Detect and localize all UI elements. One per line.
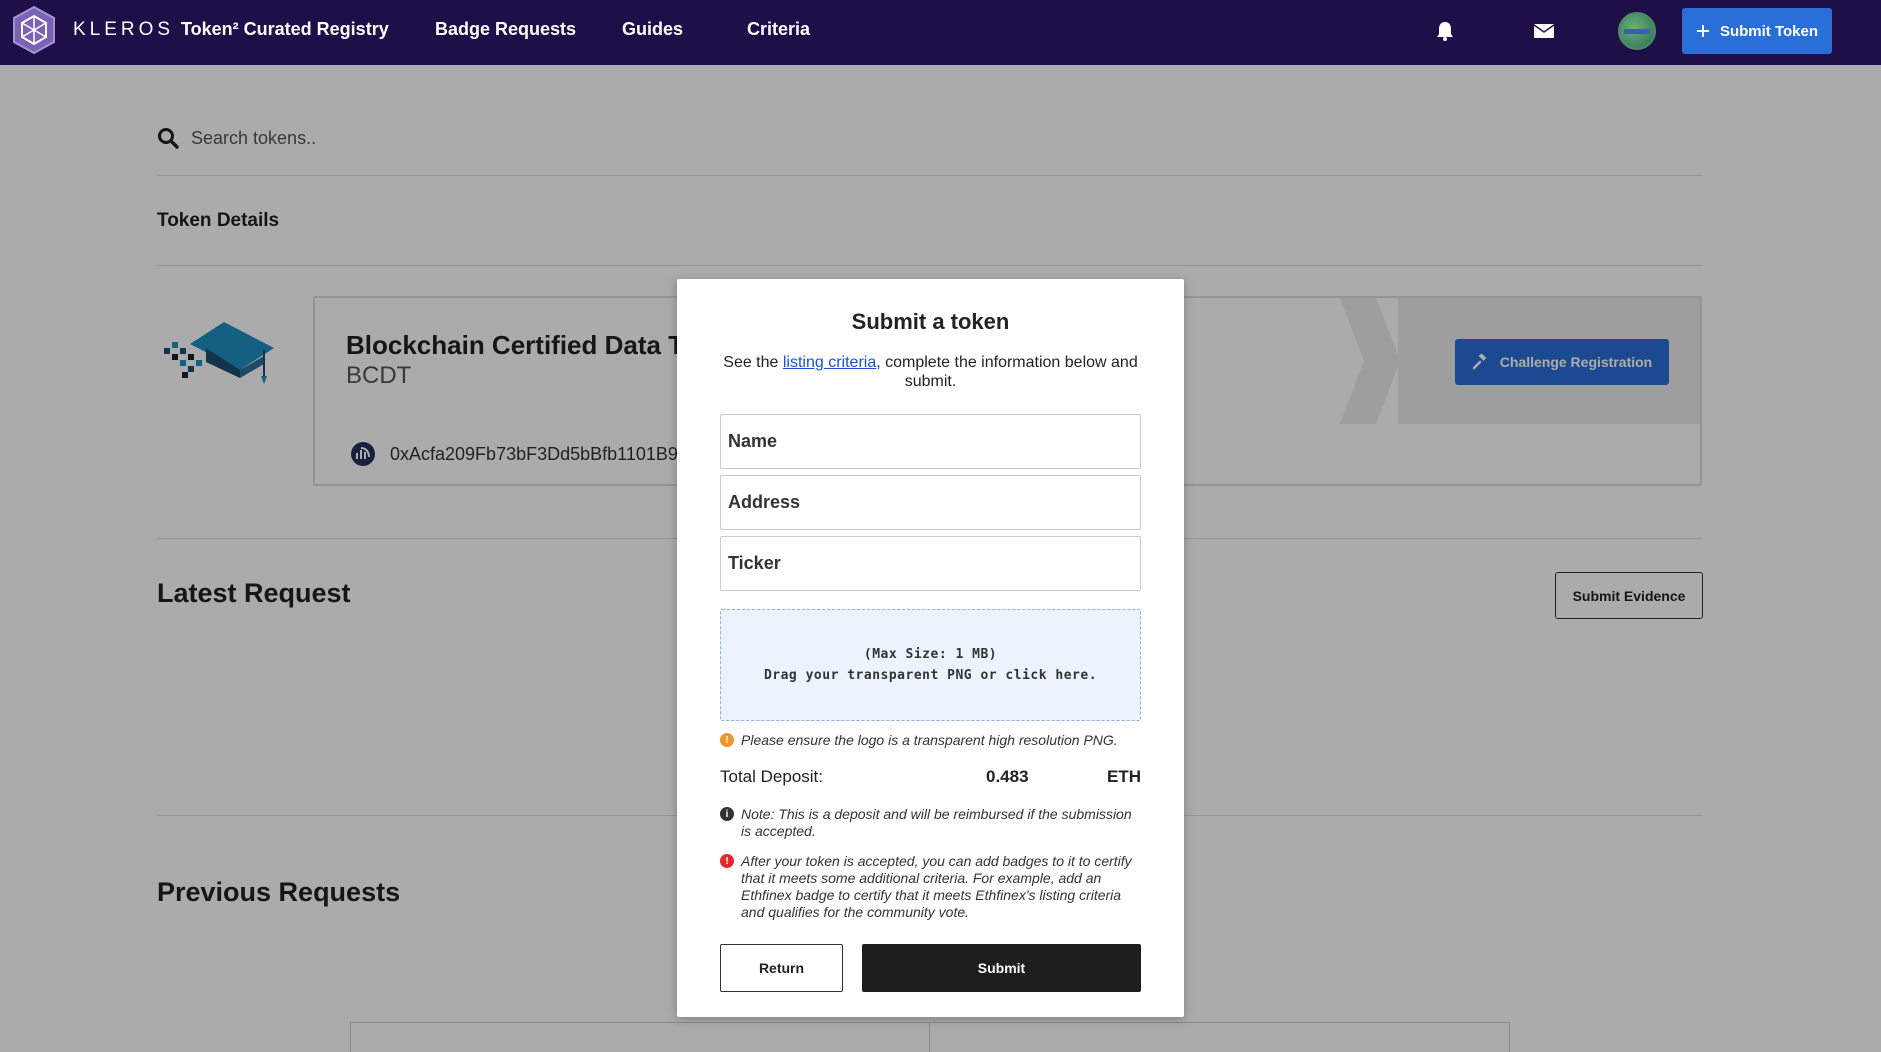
logo-warning: ! Please ensure the logo is a transparen… [720,732,1141,749]
submit-button[interactable]: Submit [862,944,1141,992]
kleros-logo-icon[interactable] [11,5,57,55]
submit-token-button[interactable]: Submit Token [1682,8,1832,54]
ticker-field[interactable] [720,536,1141,591]
deposit-note-text: Note: This is a deposit and will be reim… [741,806,1132,839]
total-deposit-row: Total Deposit: 0.483 ETH [720,767,1141,789]
deposit-label: Total Deposit: [720,767,823,786]
plus-icon [1696,25,1709,37]
info-icon: i [720,807,734,821]
envelope-icon[interactable] [1533,20,1555,42]
ticker-input[interactable] [721,537,1140,590]
submit-token-modal: Submit a token See the listing criteria,… [677,279,1184,1017]
deposit-note: i Note: This is a deposit and will be re… [720,806,1141,840]
listing-criteria-link[interactable]: listing criteria [783,354,876,371]
dropzone-instructions: Drag your transparent PNG or click here. [763,668,1098,683]
badge-note-text: After your token is accepted, you can ad… [741,853,1132,920]
user-avatar[interactable] [1618,12,1656,50]
warning-icon: ! [720,733,734,747]
address-input[interactable] [721,476,1140,529]
submit-token-label: Submit Token [1719,22,1819,40]
bell-icon[interactable] [1434,20,1456,42]
logo-dropzone[interactable]: (Max Size: 1 MB) Drag your transparent P… [720,609,1141,721]
alert-icon: ! [720,854,734,868]
nav-link-guides[interactable]: Guides [622,19,683,40]
name-input[interactable] [721,415,1140,468]
return-button[interactable]: Return [720,944,843,992]
badge-note: ! After your token is accepted, you can … [720,853,1141,921]
dropzone-size-label: (Max Size: 1 MB) [863,647,998,662]
nav-link-badge-requests[interactable]: Badge Requests [435,19,576,40]
top-navbar: KLEROS Token² Curated Registry Badge Req… [0,0,1881,65]
logo-warning-text: Please ensure the logo is a transparent … [741,732,1118,748]
deposit-value: 0.483 [986,767,1029,786]
nav-link-criteria[interactable]: Criteria [747,19,810,40]
deposit-currency: ETH [1107,767,1141,786]
modal-subtitle: See the listing criteria, complete the i… [723,354,1138,390]
address-field[interactable] [720,475,1141,530]
nav-link-registry[interactable]: Token² Curated Registry [181,19,389,40]
name-field[interactable] [720,414,1141,469]
modal-title: Submit a token [851,309,1010,334]
brand-name[interactable]: KLEROS [73,19,174,41]
